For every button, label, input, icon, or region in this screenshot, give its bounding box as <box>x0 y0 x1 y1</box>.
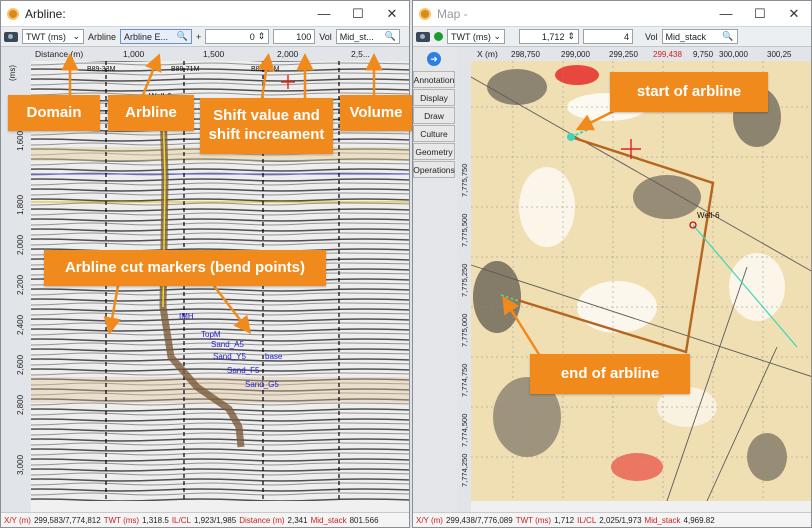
arrow-cut-marker-left <box>103 285 121 335</box>
callout-end-arbline: end of arbline <box>530 354 690 394</box>
callout-shift: Shift value and shift increament <box>200 98 333 154</box>
callout-cut-markers: Arbline cut markers (bend points) <box>44 250 326 286</box>
arrow-arbline <box>141 53 162 96</box>
callout-volume: Volume <box>340 95 412 131</box>
callout-arbline: Arbline <box>108 95 194 131</box>
arrow-shift-value <box>257 53 275 99</box>
callout-start-arbline: start of arbline <box>610 72 768 112</box>
arrow-end <box>502 295 542 357</box>
arrow-cut-marker-right <box>213 285 252 334</box>
callout-domain: Domain <box>8 95 100 131</box>
